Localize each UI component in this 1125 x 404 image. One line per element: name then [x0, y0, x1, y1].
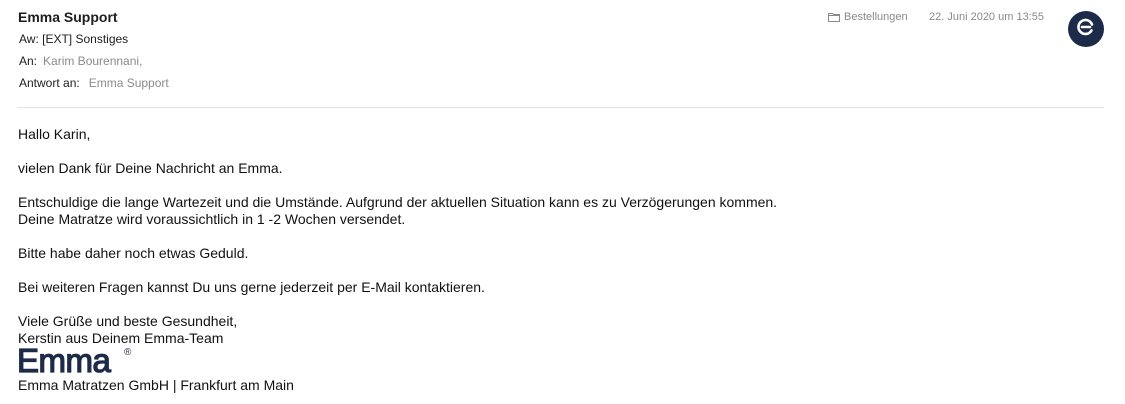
greeting: Hallo Karin, [18, 126, 91, 142]
reply-to-row: Antwort an: Emma Support [19, 76, 169, 90]
apology-line: Entschuldige die lange Wartezeit und die… [18, 194, 778, 210]
signature-name: Kerstin aus Deinem Emma-Team [18, 330, 224, 346]
email-date: 22. Juni 2020 um 13:55 [929, 11, 1044, 23]
recipient-value[interactable]: Karim Bourennani, [43, 54, 142, 68]
patience-paragraph: Bitte habe daher noch etwas Geduld. [18, 245, 249, 261]
email-subject: Aw: [EXT] Sonstiges [19, 32, 129, 46]
recipient-label: An: [19, 54, 38, 68]
company-footer: Emma Matratzen GmbH | Frankfurt am Main [18, 377, 294, 393]
header-divider [18, 107, 1104, 108]
closing-paragraph: Viele Grüße und beste Gesundheit, Kersti… [18, 313, 1098, 347]
reply-to-label: Antwort an: [19, 76, 80, 90]
folder-label: Bestellungen [844, 11, 908, 23]
reply-to-value[interactable]: Emma Support [89, 76, 169, 90]
logo-wordmark: Emma [17, 345, 111, 377]
sender-avatar [1068, 11, 1104, 47]
registered-mark: ® [124, 347, 132, 358]
thanks-paragraph: vielen Dank für Deine Nachricht an Emma. [18, 160, 283, 176]
emma-logo: Emma ® [16, 341, 137, 379]
contact-paragraph: Bei weiteren Fragen kannst Du uns gerne … [18, 279, 485, 295]
emma-logo-icon [1076, 17, 1096, 42]
sender-name[interactable]: Emma Support [18, 9, 118, 25]
closing-line: Viele Grüße und beste Gesundheit, [18, 313, 238, 329]
apology-paragraph: Entschuldige die lange Wartezeit und die… [18, 194, 1098, 228]
email-body: Hallo Karin, vielen Dank für Deine Nachr… [18, 126, 1098, 364]
mailbox-folder[interactable]: Bestellungen [828, 11, 908, 23]
shipping-line: Deine Matratze wird voraussichtlich in 1… [18, 211, 406, 227]
recipient-row: An: Karim Bourennani, [19, 54, 142, 68]
folder-icon [828, 12, 840, 22]
email-header: Emma Support Aw: [EXT] Sonstiges An: Kari… [0, 0, 1125, 108]
